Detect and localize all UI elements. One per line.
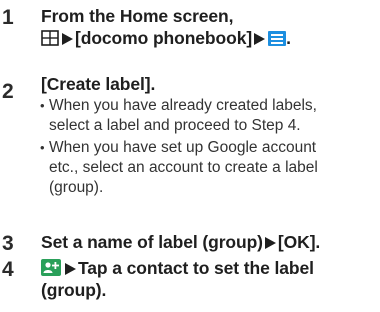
step-title: From the Home screen, <box>41 6 234 26</box>
arrow-right-icon <box>62 32 73 45</box>
arrow-right-icon <box>254 32 266 45</box>
step-number: 2 <box>2 80 14 103</box>
step-title-line2: [docomo phonebook]. <box>41 28 291 49</box>
step-number: 3 <box>2 232 14 255</box>
arrow-right-icon <box>264 236 276 249</box>
apps-icon <box>41 30 59 46</box>
step-number: 4 <box>2 258 14 281</box>
arrow-right-icon <box>65 262 76 275</box>
bullet-item: • When you have already created labels, … <box>40 97 317 134</box>
step-title: Tap a contact to set the label <box>41 258 314 279</box>
step-title-line2: (group). <box>41 280 107 300</box>
step-number: 1 <box>2 6 14 29</box>
bullet-item: • When you have set up Google account et… <box>40 139 318 196</box>
menu-icon <box>268 31 287 46</box>
step-title: Set a name of label (group) [OK]. <box>41 232 321 252</box>
label-add-icon <box>41 259 61 276</box>
step-title: [Create label]. <box>41 74 156 94</box>
